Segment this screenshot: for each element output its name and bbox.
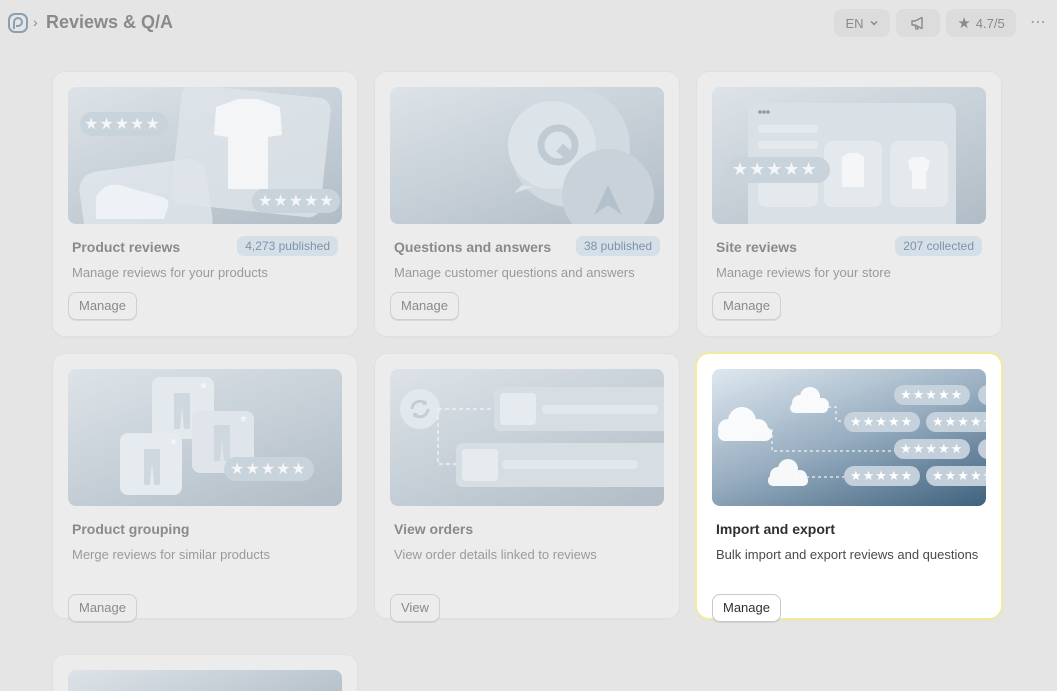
stars-decoration: ★★★★★ [84, 116, 161, 133]
language-label: EN [845, 15, 864, 31]
site-reviews-illustration: ★★★★★ [712, 87, 986, 224]
card-questions-answers: Questions and answers 38 published Manag… [375, 72, 679, 336]
sparkle-icon: ★ [199, 381, 208, 392]
card-description: Manage customer questions and answers [394, 265, 635, 280]
card-product-grouping: ★ ★ ★ ★★★★★ Product grouping Merge revie… [53, 354, 357, 622]
status-badge: 38 published [575, 236, 660, 256]
stars-decoration: ★★★★★ [932, 468, 986, 483]
card-title: Site reviews [716, 239, 797, 255]
stars-decoration: ★★★★★ [850, 468, 914, 483]
manage-button[interactable]: Manage [390, 292, 459, 320]
megaphone-icon [911, 16, 923, 30]
language-selector[interactable]: EN [834, 9, 890, 37]
store-rating-button[interactable]: ★ 4.7/5 [946, 9, 1016, 37]
card-view-orders: View orders View order details linked to… [375, 354, 679, 622]
view-orders-illustration [390, 369, 664, 506]
card-illustration [68, 670, 342, 691]
stars-decoration: ★★★★★ [850, 414, 914, 429]
status-badge: 207 collected [895, 236, 982, 256]
chevron-down-icon [870, 20, 878, 26]
card-description: Manage reviews for your products [72, 265, 268, 280]
card-title: View orders [394, 521, 474, 537]
sparkle-icon: ★ [239, 414, 248, 425]
stars-decoration: ★★★★★ [932, 414, 986, 429]
page-title: Reviews & Q/A [46, 12, 174, 32]
status-badge: 4,273 published [237, 236, 338, 256]
stars-decoration: ★★★★★ [230, 461, 307, 478]
card-title: Questions and answers [394, 239, 552, 255]
manage-button[interactable]: Manage [68, 292, 137, 320]
manage-button[interactable]: Manage [712, 594, 781, 622]
card-title: Product grouping [72, 521, 190, 537]
sparkle-icon: ★ [169, 437, 178, 448]
rating-value: 4.7/5 [975, 15, 1005, 31]
card-title: Product reviews [72, 239, 181, 255]
card-partial [53, 655, 357, 691]
card-title: Import and export [716, 521, 836, 537]
questions-illustration [390, 87, 664, 224]
card-description: Manage reviews for your store [716, 265, 891, 280]
product-grouping-illustration: ★ ★ ★ ★★★★★ [68, 369, 342, 506]
manage-button[interactable]: Manage [712, 292, 781, 320]
card-description: Merge reviews for similar products [72, 547, 270, 562]
stars-decoration: ★★★★★ [258, 193, 335, 210]
import-export-illustration: ★★★★★ ★★★★★ ★★★★★ ★★★★★ ★★★★★ ★★★★★ [712, 369, 986, 506]
product-reviews-illustration: ★★★★★ ★★★★★ [68, 87, 342, 224]
star-icon: ★ [957, 15, 971, 32]
manage-button[interactable]: Manage [68, 594, 137, 622]
view-button[interactable]: View [390, 594, 440, 622]
more-options-icon[interactable]: ⋯ [1030, 12, 1047, 32]
breadcrumb-separator: › [33, 14, 38, 30]
card-product-reviews: ★★★★★ ★★★★★ Product reviews 4,273 publis… [53, 72, 357, 336]
stars-decoration: ★★★★★ [900, 441, 964, 456]
stars-decoration: ★★★★★ [732, 159, 818, 179]
top-bar: › Reviews & Q/A EN ★ 4.7/5 ⋯ [0, 0, 1057, 48]
card-import-export: ★★★★★ ★★★★★ ★★★★★ ★★★★★ ★★★★★ ★★★★★ Impo… [697, 354, 1001, 622]
card-description: Bulk import and export reviews and quest… [716, 547, 979, 562]
stars-decoration: ★★★★★ [900, 387, 964, 402]
app-logo-icon[interactable] [8, 13, 28, 33]
card-site-reviews: ★★★★★ Site reviews 207 collected Manage … [697, 72, 1001, 336]
announcements-button[interactable] [896, 9, 940, 37]
card-description: View order details linked to reviews [394, 547, 597, 562]
